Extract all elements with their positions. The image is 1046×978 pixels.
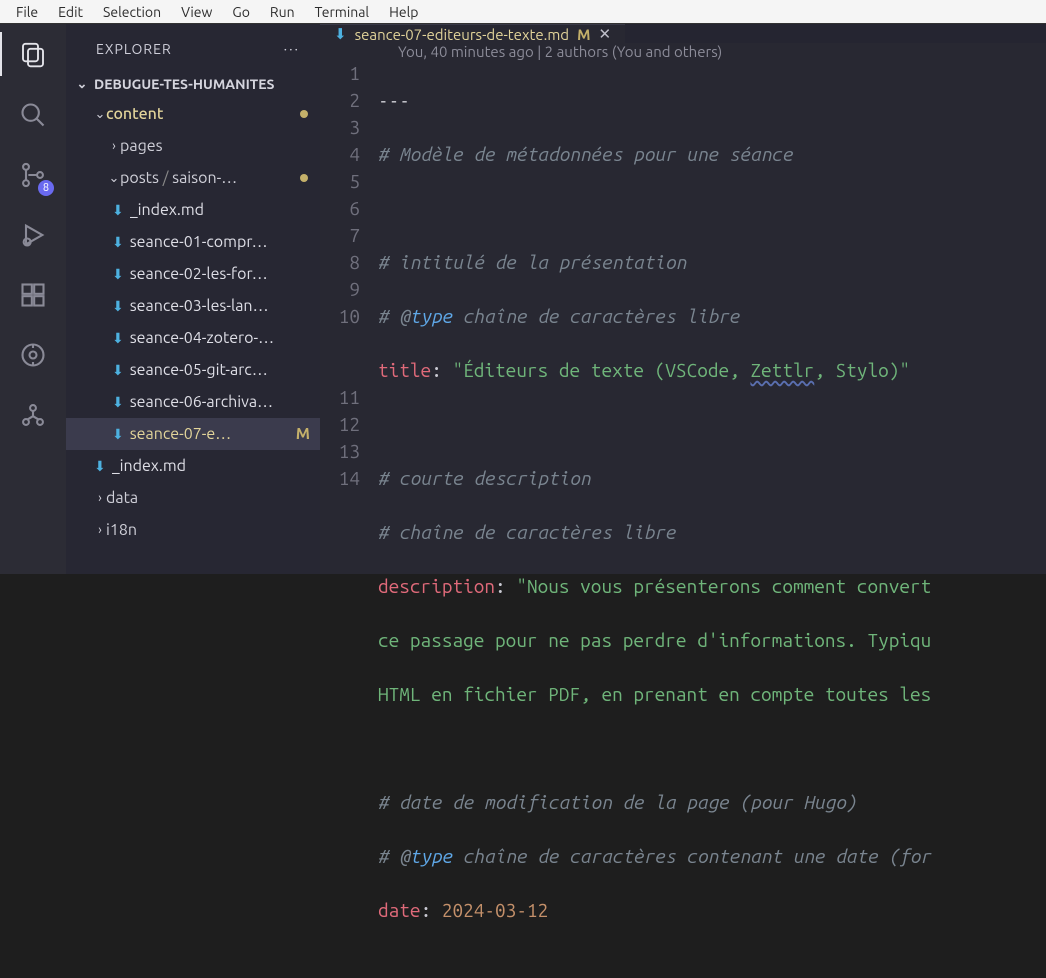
project-name: DEBUGUE-TES-HUMANITES — [94, 76, 275, 92]
file-index[interactable]: ⬇_index.md — [66, 194, 320, 226]
markdown-file-icon: ⬇ — [112, 266, 124, 283]
folder-i18n[interactable]: ›i18n — [66, 514, 320, 546]
chevron-down-icon: ⌄ — [108, 171, 120, 186]
folder-content[interactable]: ⌄ content — [66, 98, 320, 130]
file-seance-07[interactable]: ⬇ seance-07-e… M — [66, 418, 320, 450]
close-icon[interactable]: ✕ — [598, 25, 611, 43]
search-icon[interactable] — [16, 98, 50, 132]
scm-badge: 8 — [38, 180, 54, 196]
markdown-file-icon: ⬇ — [112, 202, 124, 219]
file-seance-04[interactable]: ⬇seance-04-zotero-… — [66, 322, 320, 354]
menu-run[interactable]: Run — [260, 2, 305, 22]
chevron-right-icon: › — [94, 491, 106, 505]
chevron-right-icon: › — [94, 523, 106, 537]
modified-dot-icon — [300, 174, 308, 182]
menu-help[interactable]: Help — [379, 2, 428, 22]
folder-label: posts — [120, 169, 159, 187]
markdown-file-icon: ⬇ — [334, 25, 347, 43]
menu-view[interactable]: View — [171, 2, 222, 22]
debug-icon[interactable] — [16, 218, 50, 252]
folder-data[interactable]: ›data — [66, 482, 320, 514]
menu-selection[interactable]: Selection — [93, 2, 171, 22]
path-separator: / — [159, 169, 172, 187]
chevron-right-icon: › — [108, 139, 120, 153]
explorer-icon[interactable] — [16, 38, 50, 72]
tab-bar: ⬇ seance-07-editeurs-de-texte.md M ✕ — [320, 24, 1046, 43]
git-blame-annotation: You, 40 minutes ago | 2 authors (You and… — [320, 43, 1046, 60]
markdown-file-icon: ⬇ — [112, 234, 124, 251]
markdown-file-icon: ⬇ — [112, 362, 124, 379]
folder-label: pages — [120, 137, 163, 155]
project-header[interactable]: ⌄ DEBUGUE-TES-HUMANITES — [66, 74, 320, 94]
file-seance-03[interactable]: ⬇seance-03-les-lan… — [66, 290, 320, 322]
menubar: File Edit Selection View Go Run Terminal… — [0, 0, 1046, 24]
markdown-file-icon: ⬇ — [94, 458, 106, 475]
folder-pages[interactable]: › pages — [66, 130, 320, 162]
editor: ⬇ seance-07-editeurs-de-texte.md M ✕ con… — [320, 24, 1046, 574]
markdown-file-icon: ⬇ — [112, 426, 124, 443]
markdown-file-icon: ⬇ — [112, 298, 124, 315]
menu-go[interactable]: Go — [222, 2, 259, 22]
modified-dot-icon — [300, 110, 308, 118]
chevron-down-icon: ⌄ — [94, 107, 106, 122]
modified-badge: M — [296, 425, 314, 443]
source-control-icon[interactable]: 8 — [16, 158, 50, 192]
git-icon[interactable] — [16, 398, 50, 432]
markdown-file-icon: ⬇ — [112, 394, 124, 411]
folder-label: content — [106, 105, 163, 123]
folder-label: saison-… — [172, 169, 237, 187]
modified-badge: M — [577, 26, 590, 43]
sidebar: EXPLORER ··· ⌄ DEBUGUE-TES-HUMANITES ⌄ c… — [66, 24, 320, 574]
sidebar-title: EXPLORER — [96, 41, 172, 57]
extensions-icon[interactable] — [16, 278, 50, 312]
chevron-down-icon: ⌄ — [76, 77, 88, 92]
file-seance-06[interactable]: ⬇seance-06-archiva… — [66, 386, 320, 418]
markdown-file-icon: ⬇ — [112, 330, 124, 347]
file-seance-01[interactable]: ⬇seance-01-compr… — [66, 226, 320, 258]
code-lines[interactable]: --- # Modèle de métadonnées pour une séa… — [378, 60, 1046, 978]
menu-terminal[interactable]: Terminal — [305, 2, 380, 22]
file-seance-05[interactable]: ⬇seance-05-git-arc… — [66, 354, 320, 386]
remote-icon[interactable] — [16, 338, 50, 372]
menu-edit[interactable]: Edit — [48, 2, 93, 22]
file-seance-02[interactable]: ⬇seance-02-les-for… — [66, 258, 320, 290]
code-area[interactable]: 1 2 3 4 5 6 7 8 9 10 11 12 13 14 --- # M… — [320, 60, 1046, 978]
folder-posts[interactable]: ⌄ posts / saison-… — [66, 162, 320, 194]
activity-bar: 8 — [0, 24, 66, 574]
tab-filename: seance-07-editeurs-de-texte.md — [355, 26, 570, 43]
tab-seance-07[interactable]: ⬇ seance-07-editeurs-de-texte.md M ✕ — [320, 24, 625, 43]
line-number-gutter: 1 2 3 4 5 6 7 8 9 10 11 12 13 14 — [320, 60, 378, 978]
sidebar-more-icon[interactable]: ··· — [284, 41, 300, 57]
file-tree: ⌄ content › pages ⌄ posts / saison-… ⬇_i… — [66, 94, 320, 546]
menu-file[interactable]: File — [6, 2, 48, 22]
file-root-index[interactable]: ⬇_index.md — [66, 450, 320, 482]
